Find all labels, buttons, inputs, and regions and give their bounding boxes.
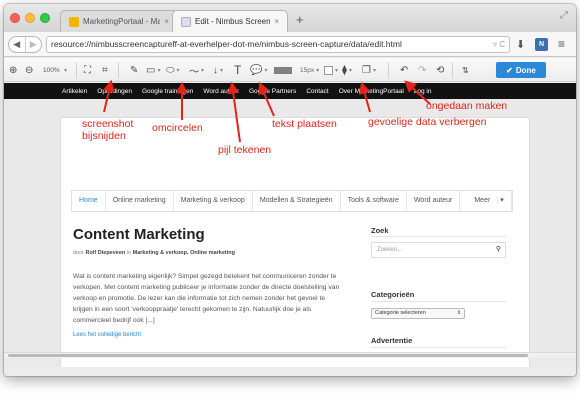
done-label: Done [515,65,536,75]
menu-item[interactable]: Modellen & Strategieën [253,190,341,212]
forward-arrow-icon[interactable]: ▶ [24,37,42,52]
rectangle-icon[interactable]: ▭ ▾ [146,58,160,82]
tab-close-icon[interactable]: × [164,17,169,26]
pencil-icon[interactable]: ✎ [130,58,138,82]
menu-item-more[interactable]: Meer ▾ [460,190,512,212]
back-forward-buttons: ◀ ▶ [8,36,42,53]
divider [76,62,77,78]
zoom-window-icon[interactable] [40,13,50,23]
annotation-blur: gevoelige data verbergen [368,116,487,128]
marketingportaal-favicon-icon [69,16,79,27]
zoom-out-icon[interactable]: ⊖ [25,58,33,82]
line-color-swatch[interactable] [274,58,292,82]
done-button[interactable]: ✔ Done [496,62,546,78]
zoom-in-icon[interactable]: ⊕ [9,58,17,82]
text-tool-icon[interactable]: T [234,58,241,82]
nimbus-extension-icon[interactable]: N [535,38,548,51]
annotation-crop: screenshot bijsnijden [82,118,134,142]
categories-select[interactable]: Categorie selecteren ⇕ [371,308,465,319]
arrow-tool-icon[interactable]: ↓ ▾ [213,58,223,82]
crop-icon[interactable]: ⌗ [102,58,108,82]
top-nav-item[interactable]: Google Partners [249,88,296,95]
new-tab-button[interactable]: + [296,12,304,27]
search-input[interactable]: Zoeken... ⚲ [371,242,506,258]
post-author[interactable]: Rolf Diepeveen [86,250,126,256]
annotation-circle: omcircelen [152,122,203,134]
post-meta: door Rolf Diepeveen in Marketing & verko… [73,250,236,256]
site-menu: Home Online marketing Marketing & verkoo… [71,190,513,212]
select-arrows-icon: ⇕ [456,310,461,316]
site-page: Home Online marketing Marketing & verkoo… [60,117,530,367]
divider [452,62,453,78]
tab-marketingportaal[interactable]: MarketingPortaal - Market... × [60,10,178,32]
close-window-icon[interactable] [10,13,20,23]
divider [371,301,506,302]
top-nav-item[interactable]: Over MarketingPortaal [339,88,404,95]
menu-item-home[interactable]: Home [72,190,106,212]
top-nav-item[interactable]: Log in [414,88,432,95]
blur-drop-icon[interactable]: ⧫ ▾ [342,58,352,82]
search-icon[interactable]: ⚲ [496,243,501,257]
redo-icon[interactable]: ↷ [418,58,426,82]
annotation-text: tekst plaatsen [272,118,337,130]
font-size-select[interactable]: 15px ▾ [300,58,319,82]
hamburger-menu-icon[interactable]: ≡ [558,37,565,51]
menu-item[interactable]: Word auteur [407,190,461,212]
speech-bubble-icon[interactable]: 💬 ▾ [250,58,267,82]
copy-icon[interactable]: ❐ ▾ [362,58,376,82]
nimbus-favicon-icon [181,16,191,27]
divider [388,62,389,78]
menu-item[interactable]: Online marketing [106,190,174,212]
browser-window: MarketingPortaal - Market... × Edit - Ni… [4,4,576,376]
reload-icon[interactable]: ▿ C [493,37,505,52]
top-nav-item[interactable]: Artikelen [62,88,87,95]
post-excerpt: Wat is content marketing eigenlijk? Simp… [73,273,340,324]
divider [371,236,506,237]
top-nav-item[interactable]: Opleidingen [97,88,132,95]
navigation-bar: ◀ ▶ resource://nimbusscreencaptureff-at-… [4,32,576,57]
search-widget-title: Zoek [371,226,389,235]
zoom-level[interactable]: 100% [43,58,60,82]
nimbus-toolbar: ⊕ ⊖ 100% ▾ ⛶ ⌗ ✎ ▭ ▾ ⬭ ▾ 〜 ▾ ↓ ▾ T 💬 ▾ 15px ▾ … [4,58,576,82]
tab-close-icon[interactable]: × [274,17,279,26]
back-arrow-icon[interactable]: ◀ [9,37,25,52]
annotation-undo: ongedaan maken [426,100,508,112]
top-nav-item[interactable]: Word auteur [203,88,239,95]
post-title[interactable]: Content Marketing [73,226,205,243]
minimize-window-icon[interactable] [25,13,35,23]
ellipse-icon[interactable]: ⬭ ▾ [166,58,180,82]
annotation-arrow: pijl tekenen [218,144,272,156]
layers-icon[interactable]: ⇅ [462,58,469,82]
site-top-nav: Artikelen Opleidingen Google trainingen … [4,83,576,99]
check-icon: ✔ [506,65,513,75]
menu-item[interactable]: Tools & software [341,190,407,212]
read-more-link[interactable]: Lees het volledige bericht [73,332,141,338]
download-icon[interactable]: ⬇ [516,38,525,51]
line-icon[interactable]: 〜 ▾ [189,58,204,82]
categories-widget-title: Categorieën [371,290,415,299]
post-categories[interactable]: Marketing & verkoop, Online marketing [133,250,235,256]
undo-icon[interactable]: ↶ [400,58,408,82]
title-bar: MarketingPortaal - Market... × Edit - Ni… [4,4,576,32]
divider [371,347,506,348]
divider [118,62,119,78]
fullscreen-icon[interactable]: ⤢ [560,10,568,21]
ad-widget-title: Advertentie [371,336,413,345]
zoom-dropdown-icon[interactable]: ▾ [64,67,67,74]
top-nav-item[interactable]: Contact [306,88,328,95]
fill-color-swatch[interactable]: ▾ [324,58,338,82]
undo-all-icon[interactable]: ⟲ [436,58,444,82]
top-nav-item[interactable]: Google trainingen [142,88,193,95]
fit-screen-icon[interactable]: ⛶ [84,58,91,82]
menu-item[interactable]: Marketing & verkoop [174,190,253,212]
tab-nimbus-edit[interactable]: Edit - Nimbus Screen Capture × [172,10,288,32]
address-bar[interactable]: resource://nimbusscreencaptureff-at-ever… [46,36,510,53]
url-text: resource://nimbusscreencaptureff-at-ever… [51,39,402,49]
tab-title: MarketingPortaal - Market... [83,17,161,26]
tab-title: Edit - Nimbus Screen Capture [195,17,271,26]
horizontal-scrollbar[interactable] [4,352,576,358]
